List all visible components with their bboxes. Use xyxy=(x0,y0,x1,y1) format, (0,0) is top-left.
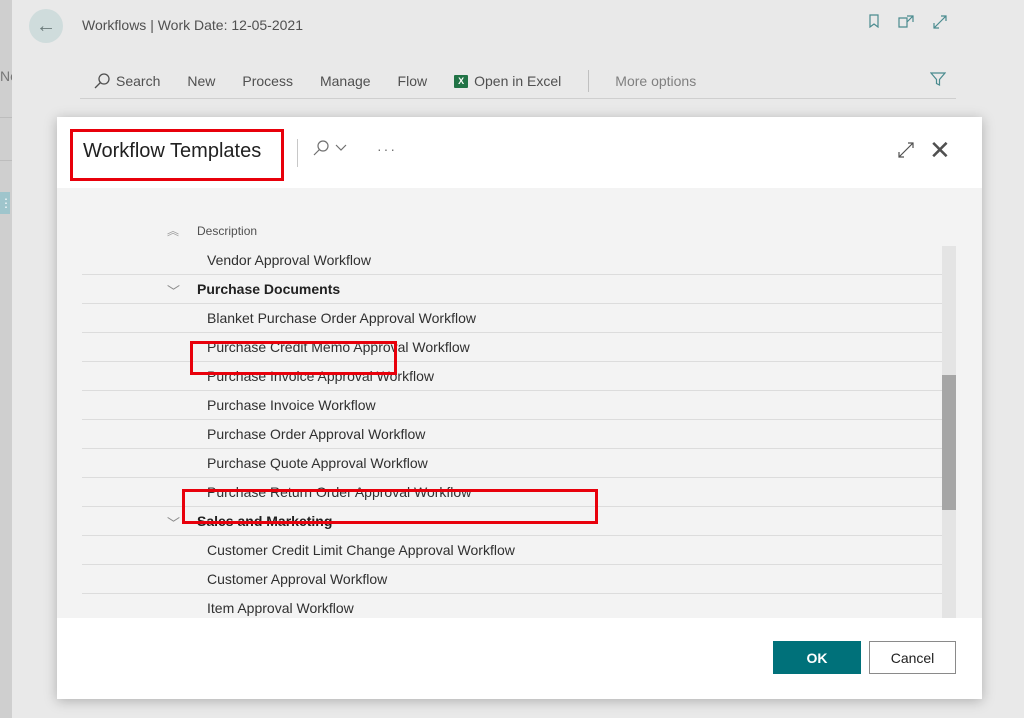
close-dialog-button[interactable]: ✕ xyxy=(929,137,951,163)
list-item-label: Item Approval Workflow xyxy=(207,600,354,616)
dialog-search-button[interactable] xyxy=(313,140,347,156)
expand-icon xyxy=(898,142,914,158)
scrollbar-thumb[interactable] xyxy=(942,375,956,510)
divider xyxy=(0,117,12,118)
expand-icon[interactable] xyxy=(932,14,948,35)
highlight-box-purchase-order-approval xyxy=(182,489,598,524)
list-item-label: Customer Approval Workflow xyxy=(207,571,388,587)
list-item[interactable]: Customer Credit Limit Change Approval Wo… xyxy=(82,536,942,565)
list-item[interactable]: Purchase Invoice Workflow xyxy=(82,391,942,420)
list-item-label: Vendor Approval Workflow xyxy=(207,252,371,268)
toolbar-separator xyxy=(588,70,590,92)
collapse-all-icon[interactable]: ︽ xyxy=(167,222,179,239)
divider xyxy=(80,98,956,99)
process-menu[interactable]: Process xyxy=(242,73,293,89)
action-bar: Search New Process Manage Flow X Open in… xyxy=(94,68,723,94)
list-item[interactable]: Item Approval Workflow xyxy=(82,594,942,618)
list-item-label: Purchase Order Approval Workflow xyxy=(207,426,426,442)
page-title: Workflows | Work Date: 12-05-2021 xyxy=(82,17,303,33)
highlight-box-title xyxy=(70,129,284,181)
new-button[interactable]: New xyxy=(187,73,215,89)
more-actions-button[interactable]: ··· xyxy=(377,141,397,157)
list-item[interactable]: Customer Approval Workflow xyxy=(82,565,942,594)
open-in-excel-button[interactable]: X Open in Excel xyxy=(454,73,561,89)
flow-menu[interactable]: Flow xyxy=(398,73,428,89)
search-label: Search xyxy=(116,73,161,89)
ok-button[interactable]: OK xyxy=(773,641,861,674)
expand-dialog-button[interactable] xyxy=(897,141,915,164)
search-icon xyxy=(313,140,329,156)
list-item[interactable]: Purchase Quote Approval Workflow xyxy=(82,449,942,478)
back-arrow-icon: ← xyxy=(36,14,56,37)
row-menu-button[interactable]: ⋮ xyxy=(0,192,12,214)
list-item-label: Blanket Purchase Order Approval Workflow xyxy=(207,310,476,326)
list-item[interactable]: Blanket Purchase Order Approval Workflow xyxy=(82,304,942,333)
excel-icon: X xyxy=(454,74,469,88)
list-item-label: Purchase Quote Approval Workflow xyxy=(207,455,428,471)
column-header-description: Description xyxy=(197,223,258,238)
back-button[interactable]: ← xyxy=(29,9,63,43)
group-row[interactable]: ﹀ Purchase Documents xyxy=(82,275,942,304)
column-header[interactable]: ︽ Description xyxy=(167,222,257,239)
templates-grid: ︽ Description Vendor Approval Workflow ﹀… xyxy=(57,188,982,618)
divider xyxy=(0,160,12,161)
close-icon: ✕ xyxy=(929,135,951,165)
template-list: Vendor Approval Workflow ﹀ Purchase Docum… xyxy=(82,246,942,618)
chevron-down-icon[interactable]: ﹀ xyxy=(167,513,180,532)
vertical-scrollbar[interactable] xyxy=(942,246,956,618)
search-button[interactable]: Search xyxy=(94,73,160,89)
group-label: Purchase Documents xyxy=(197,281,341,297)
header-actions xyxy=(868,14,948,35)
list-item-label: Customer Credit Limit Change Approval Wo… xyxy=(207,542,515,558)
open-in-excel-label: Open in Excel xyxy=(474,73,562,89)
highlight-box-purchase-documents xyxy=(190,341,397,375)
cancel-button[interactable]: Cancel xyxy=(869,641,956,674)
filter-icon[interactable] xyxy=(929,71,947,92)
title-separator xyxy=(297,139,298,167)
list-item-label: Purchase Invoice Workflow xyxy=(207,397,376,413)
chevron-down-icon xyxy=(335,144,347,151)
manage-menu[interactable]: Manage xyxy=(320,73,371,89)
more-options-button[interactable]: More options xyxy=(615,73,696,89)
share-icon[interactable] xyxy=(898,14,914,35)
search-icon xyxy=(94,73,110,89)
workflow-templates-dialog: Workflow Templates ··· ✕ ︽ Description V… xyxy=(57,117,982,699)
chevron-down-icon[interactable]: ﹀ xyxy=(167,281,180,300)
list-item[interactable]: Vendor Approval Workflow xyxy=(82,246,942,275)
bookmark-icon[interactable] xyxy=(868,14,880,35)
list-item[interactable]: Purchase Order Approval Workflow xyxy=(82,420,942,449)
